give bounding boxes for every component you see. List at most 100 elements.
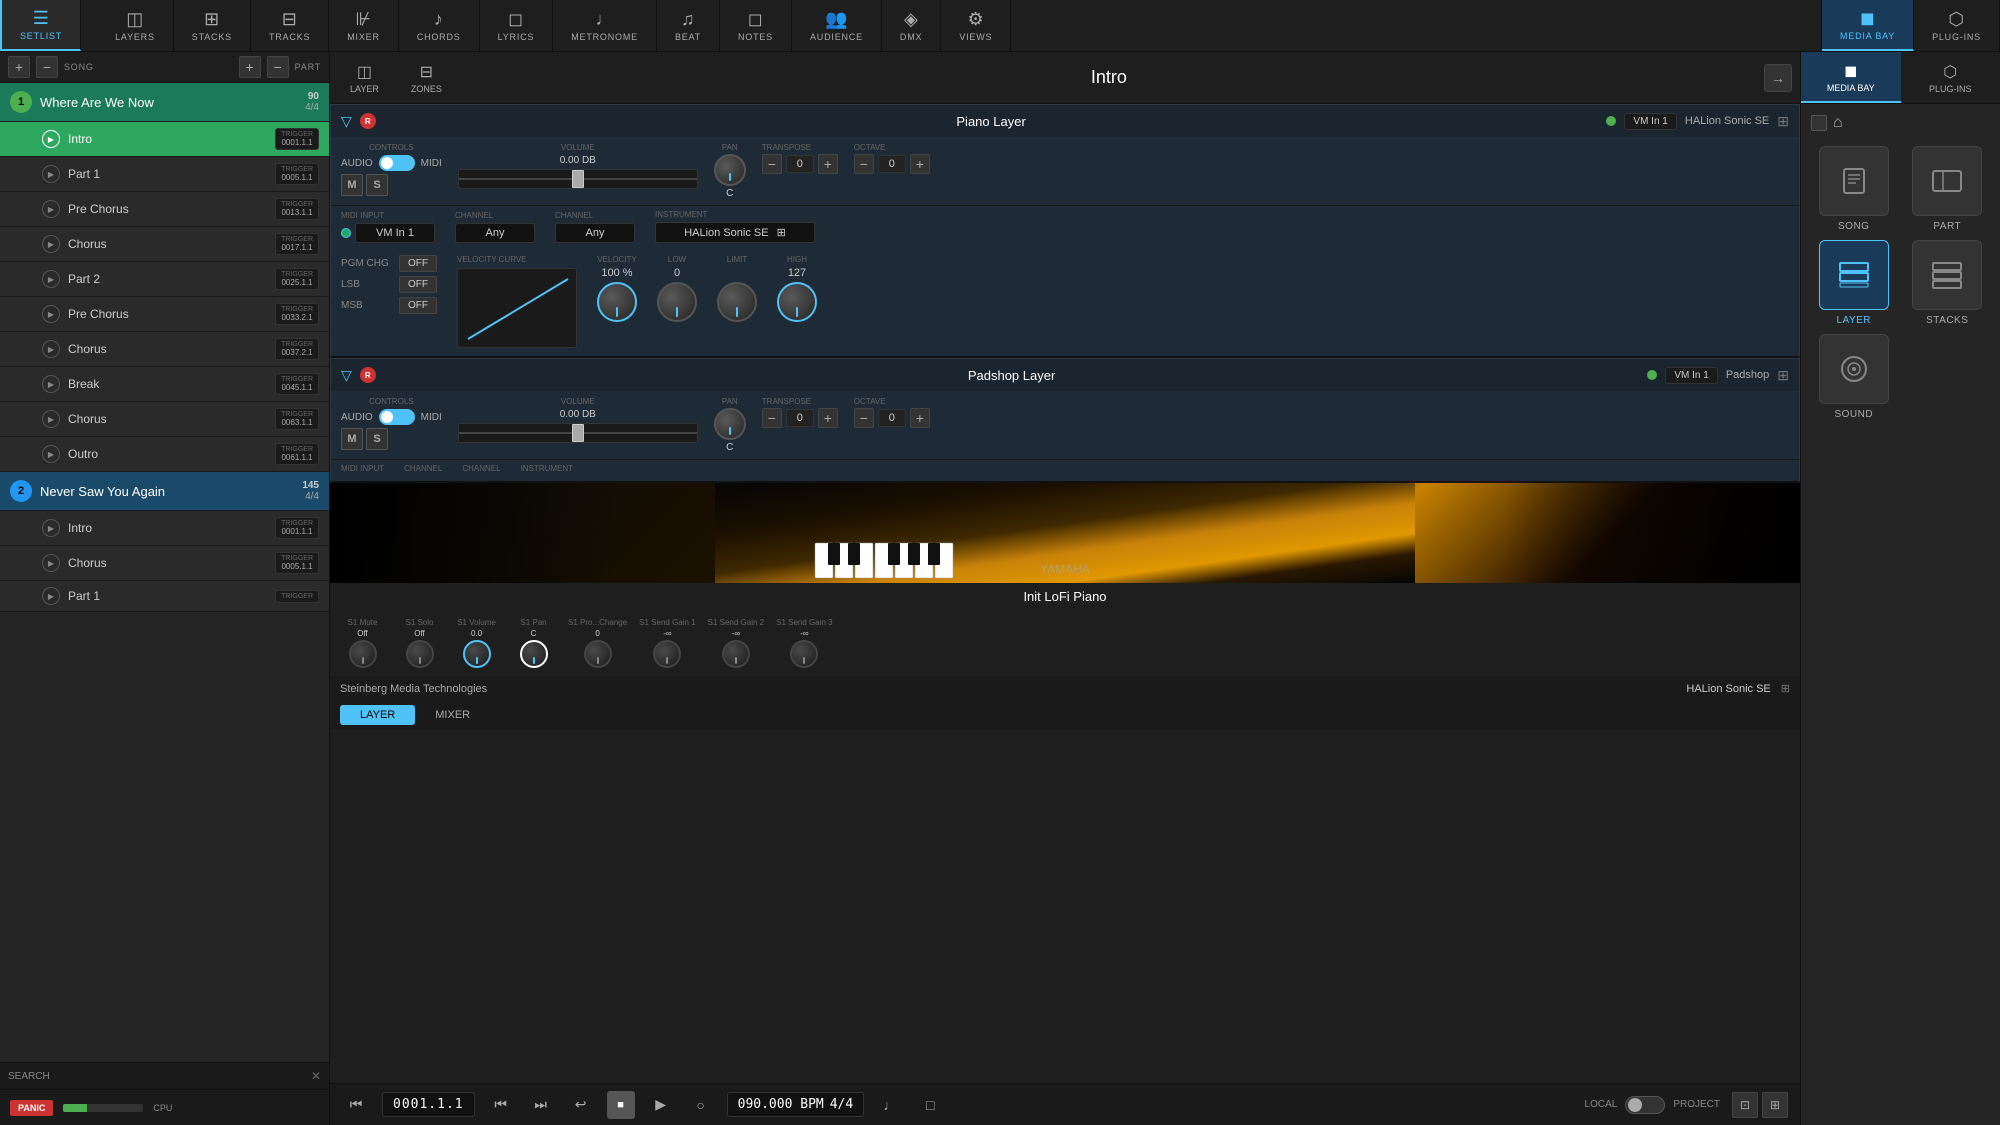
piano-volume-slider[interactable] xyxy=(458,169,698,189)
send-s1-volume-knob[interactable] xyxy=(463,640,491,668)
piano-channel-out-value[interactable]: Any xyxy=(555,223,635,243)
nav-item-media-bay[interactable]: ◼ MEDIA BAY xyxy=(1822,0,1914,51)
media-item-sound[interactable]: SOUND xyxy=(1811,334,1897,420)
search-close-button[interactable]: ✕ xyxy=(311,1069,321,1083)
song-item-1[interactable]: 1 Where Are We Now 90 4/4 xyxy=(0,83,329,122)
media-bay-tab[interactable]: ◼ MEDIA BAY xyxy=(1801,52,1901,103)
padshop-octave-minus[interactable]: − xyxy=(854,408,874,428)
part-item-outro[interactable]: ▶ Outro TRIGGER 0061.1.1 xyxy=(0,437,329,472)
song-item-2[interactable]: 2 Never Saw You Again 145 4/4 xyxy=(0,472,329,511)
nav-item-lyrics[interactable]: ◻ LYRICS xyxy=(480,0,554,51)
piano-limit-knob[interactable] xyxy=(717,282,757,322)
piano-filter-icon[interactable]: ▽ xyxy=(341,113,352,130)
loop-square-button[interactable]: □ xyxy=(916,1091,944,1119)
part-item-chorus2[interactable]: ▶ Chorus TRIGGER 0037.2.1 xyxy=(0,332,329,367)
media-bay-checkbox[interactable] xyxy=(1811,115,1827,131)
nav-item-tracks[interactable]: ⊟ TRACKS xyxy=(251,0,329,51)
padshop-pan-knob[interactable] xyxy=(714,408,746,440)
media-item-part[interactable]: PART xyxy=(1905,146,1991,232)
piano-menu-icon[interactable]: ⊞ xyxy=(1777,113,1789,130)
padshop-transpose-minus[interactable]: − xyxy=(762,408,782,428)
nav-item-notes[interactable]: ◻ NOTES xyxy=(720,0,792,51)
transport-rewind-button[interactable]: ⏮ xyxy=(487,1091,515,1119)
piano-octave-minus[interactable]: − xyxy=(854,154,874,174)
remove-song-button[interactable]: − xyxy=(36,56,58,78)
transport-record-button[interactable]: ○ xyxy=(687,1091,715,1119)
local-project-toggle[interactable] xyxy=(1625,1096,1665,1114)
transport-home-button[interactable]: ⏮ xyxy=(342,1091,370,1119)
toolbar-layer-button[interactable]: ◫ LAYER xyxy=(338,58,391,98)
halion-menu-icon[interactable]: ⊞ xyxy=(1781,682,1790,695)
padshop-audio-toggle[interactable] xyxy=(379,409,415,425)
part-item-prechorus2[interactable]: ▶ Pre Chorus TRIGGER 0033.2.1 xyxy=(0,297,329,332)
part-item-s2-intro[interactable]: ▶ Intro TRIGGER 0001.1.1 xyxy=(0,511,329,546)
remove-part-button[interactable]: − xyxy=(267,56,289,78)
nav-item-audience[interactable]: 👥 AUDIENCE xyxy=(792,0,882,51)
home-icon[interactable]: ⌂ xyxy=(1833,114,1843,132)
part-item-chorus3[interactable]: ▶ Chorus TRIGGER 0063.1.1 xyxy=(0,402,329,437)
piano-msb-value[interactable]: OFF xyxy=(399,297,437,314)
nav-item-layers[interactable]: ◫ LAYERS xyxy=(97,0,174,51)
layer-tab-button[interactable]: LAYER xyxy=(340,705,415,725)
transport-play-button[interactable]: ▶ xyxy=(647,1091,675,1119)
media-item-song[interactable]: SONG xyxy=(1811,146,1897,232)
piano-octave-plus[interactable]: + xyxy=(910,154,930,174)
piano-vol-handle[interactable] xyxy=(572,170,584,188)
part-item-chorus1[interactable]: ▶ Chorus TRIGGER 0017.1.1 xyxy=(0,227,329,262)
piano-instrument-value[interactable]: HALion Sonic SE ⊞ xyxy=(655,222,815,243)
nav-item-chords[interactable]: ♪ CHORDS xyxy=(399,0,480,51)
piano-velocity-knob[interactable] xyxy=(597,282,637,322)
padshop-octave-plus[interactable]: + xyxy=(910,408,930,428)
send-s1-gain3-knob[interactable] xyxy=(790,640,818,668)
piano-transpose-minus[interactable]: − xyxy=(762,154,782,174)
send-s1-progchange-knob[interactable] xyxy=(584,640,612,668)
piano-high-knob[interactable] xyxy=(777,282,817,322)
layout-btn-2[interactable]: ⊞ xyxy=(1762,1092,1788,1118)
send-s1-pan-knob[interactable] xyxy=(520,640,548,668)
media-item-layer[interactable]: LAYER xyxy=(1811,240,1897,326)
layout-btn-1[interactable]: ⊡ xyxy=(1732,1092,1758,1118)
padshop-menu-icon[interactable]: ⊞ xyxy=(1777,367,1789,384)
add-song-button[interactable]: + xyxy=(8,56,30,78)
padshop-filter-icon[interactable]: ▽ xyxy=(341,367,352,384)
nav-item-metronome[interactable]: ♩ METRONOME xyxy=(553,0,657,51)
nav-item-views[interactable]: ⚙ VIEWS xyxy=(941,0,1011,51)
piano-transpose-plus[interactable]: + xyxy=(818,154,838,174)
transport-loop-button[interactable]: ↩ xyxy=(567,1091,595,1119)
piano-pan-knob[interactable] xyxy=(714,154,746,186)
piano-channel-in-value[interactable]: Any xyxy=(455,223,535,243)
piano-record-button[interactable]: R xyxy=(360,113,376,129)
add-part-button[interactable]: + xyxy=(239,56,261,78)
padshop-mute-button[interactable]: M xyxy=(341,428,363,450)
piano-audio-toggle[interactable] xyxy=(379,155,415,171)
send-s1-gain1-knob[interactable] xyxy=(653,640,681,668)
piano-low-knob[interactable] xyxy=(657,282,697,322)
part-item-part2[interactable]: ▶ Part 2 TRIGGER 0025.1.1 xyxy=(0,262,329,297)
part-item-intro[interactable]: ▶ Intro TRIGGER 0001.1.1 xyxy=(0,122,329,157)
metronome-transport-button[interactable]: ♩ xyxy=(876,1091,904,1119)
send-s1-solo-knob[interactable] xyxy=(406,640,434,668)
part-item-s2-part1[interactable]: ▶ Part 1 TRIGGER xyxy=(0,581,329,612)
mixer-tab-button[interactable]: MIXER xyxy=(415,705,490,725)
part-item-s2-chorus[interactable]: ▶ Chorus TRIGGER 0005.1.1 xyxy=(0,546,329,581)
transport-fastforward-button[interactable]: ⏭ xyxy=(527,1091,555,1119)
transport-stop-button[interactable]: ■ xyxy=(607,1091,635,1119)
piano-lsb-value[interactable]: OFF xyxy=(399,276,437,293)
padshop-vol-handle[interactable] xyxy=(572,424,584,442)
part-item-part1[interactable]: ▶ Part 1 TRIGGER 0005.1.1 xyxy=(0,157,329,192)
part-item-prechorus1[interactable]: ▶ Pre Chorus TRIGGER 0013.1.1 xyxy=(0,192,329,227)
nav-item-plug-ins[interactable]: ⬡ PLUG-INS xyxy=(1914,0,2000,51)
piano-pgm-chg-value[interactable]: OFF xyxy=(399,255,437,272)
navigate-forward-button[interactable]: → xyxy=(1764,64,1792,92)
plug-ins-tab[interactable]: ⬡ PLUG-INS xyxy=(1901,52,2000,103)
nav-item-setlist[interactable]: ☰ SETLIST xyxy=(0,0,81,51)
part-item-break[interactable]: ▶ Break TRIGGER 0045.1.1 xyxy=(0,367,329,402)
padshop-transpose-plus[interactable]: + xyxy=(818,408,838,428)
piano-mute-button[interactable]: M xyxy=(341,174,363,196)
padshop-volume-slider[interactable] xyxy=(458,423,698,443)
padshop-solo-button[interactable]: S xyxy=(366,428,388,450)
padshop-record-button[interactable]: R xyxy=(360,367,376,383)
toolbar-zones-button[interactable]: ⊟ ZONES xyxy=(399,58,454,98)
piano-midi-input-value[interactable]: VM In 1 xyxy=(355,223,435,243)
piano-solo-button[interactable]: S xyxy=(366,174,388,196)
